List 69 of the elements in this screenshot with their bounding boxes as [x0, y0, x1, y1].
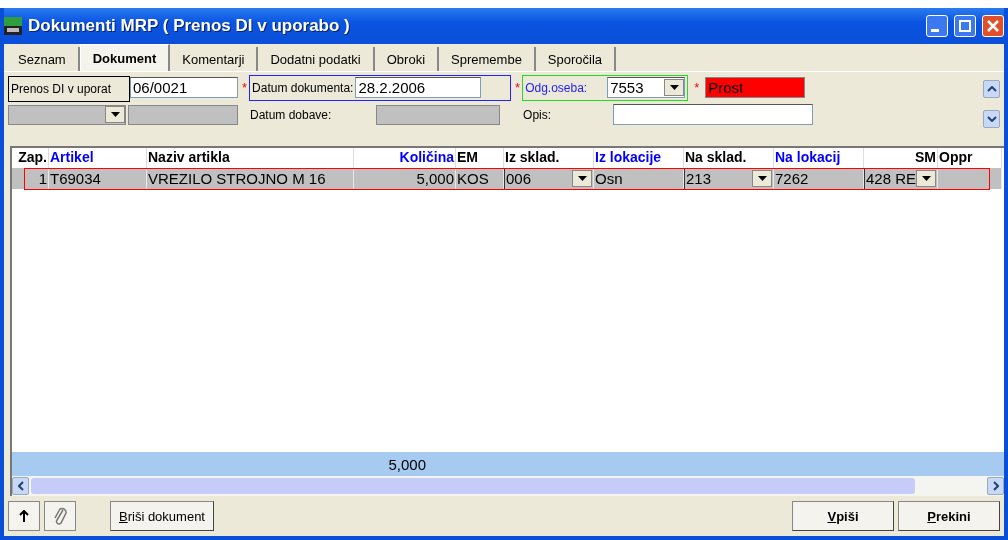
table-cell — [938, 168, 1002, 189]
caret-icon — [577, 176, 587, 181]
minimize-button[interactable] — [926, 15, 948, 37]
maximize-icon — [959, 20, 971, 32]
minimize-icon — [931, 28, 939, 32]
column-header[interactable]: EM — [456, 148, 504, 168]
cancel-button[interactable]: Prekini — [898, 501, 1000, 531]
window-title: Dokumenti MRP ( Prenos DI v uporabo ) — [28, 16, 351, 36]
scroll-up-button[interactable] — [983, 80, 1000, 98]
field-label: Datum dobave: — [250, 107, 333, 122]
app-logo-icon — [4, 17, 22, 35]
paperclip-icon — [53, 506, 67, 526]
input-field[interactable] — [128, 104, 238, 125]
dropdown-button[interactable] — [105, 106, 125, 123]
maximize-button[interactable] — [954, 15, 976, 37]
dropdown-button[interactable] — [572, 170, 592, 187]
required-mark: * — [242, 80, 248, 95]
scroll-left-button[interactable] — [12, 477, 29, 495]
combo-cell[interactable]: 006 — [504, 168, 594, 189]
table-cell: VREZILO STROJNO M 16 — [147, 168, 354, 189]
delivery-date-field[interactable] — [376, 104, 500, 125]
scroll-down-button[interactable] — [983, 110, 1000, 128]
column-header[interactable]: Oppr — [938, 148, 1002, 168]
field-label: Prenos DI v uporat — [11, 81, 112, 96]
table-cell: T69034 — [49, 168, 147, 189]
caret-icon — [669, 85, 679, 90]
chevron-down-icon — [986, 116, 997, 122]
dropdown-button[interactable] — [664, 79, 685, 96]
tab[interactable]: Dokument — [79, 44, 171, 71]
table-cell: Osn — [594, 168, 684, 189]
scroll-right-button[interactable] — [987, 477, 1004, 495]
caret-icon — [921, 176, 931, 181]
column-header[interactable]: Artikel — [49, 148, 147, 168]
column-header[interactable]: Naziv artikla — [147, 148, 354, 168]
save-button[interactable]: Vpiši — [792, 501, 894, 531]
column-header[interactable]: Na sklad. — [684, 148, 774, 168]
column-header[interactable]: Iz lokacije — [594, 148, 684, 168]
field-label: Datum dokumenta: — [252, 80, 354, 95]
close-button[interactable] — [982, 15, 1004, 37]
table-cell: 5,000 — [354, 168, 456, 189]
field-label: Odg.oseba: — [525, 80, 589, 95]
field-label: Opis: — [523, 107, 553, 122]
caret-icon — [757, 176, 767, 181]
total-quantity: 5,000 — [387, 455, 426, 473]
up-arrow-button[interactable] — [8, 501, 40, 531]
dropdown-button[interactable] — [752, 170, 772, 187]
combo-cell[interactable]: 428 RE — [864, 168, 938, 189]
delete-document-button[interactable]: Briši dokument — [110, 501, 214, 531]
chevron-left-icon — [17, 481, 24, 491]
combo-cell[interactable]: 213 — [684, 168, 774, 189]
column-header[interactable]: Na lokacij — [774, 148, 864, 168]
caret-icon — [110, 112, 120, 117]
column-header[interactable]: Iz sklad. — [504, 148, 594, 168]
dropdown-button[interactable] — [916, 170, 936, 187]
description-field[interactable] — [613, 104, 814, 125]
arrow-up-icon — [19, 510, 29, 522]
chevron-up-icon — [986, 86, 997, 92]
document-date-field[interactable]: 28.2.2006 — [355, 77, 482, 98]
chevron-right-icon — [992, 481, 999, 491]
document-number-field[interactable]: 06/0021 — [130, 77, 238, 98]
required-mark: * — [694, 80, 700, 95]
close-icon — [987, 20, 999, 32]
required-mark: * — [515, 80, 521, 95]
scrollbar-thumb[interactable] — [31, 478, 915, 494]
table-cell: 7262 — [774, 168, 864, 189]
status-field: Prost — [705, 77, 806, 98]
attachment-button[interactable] — [44, 501, 76, 531]
person-dropdown[interactable]: 7553 — [607, 77, 686, 98]
table-cell: KOS — [456, 168, 504, 189]
